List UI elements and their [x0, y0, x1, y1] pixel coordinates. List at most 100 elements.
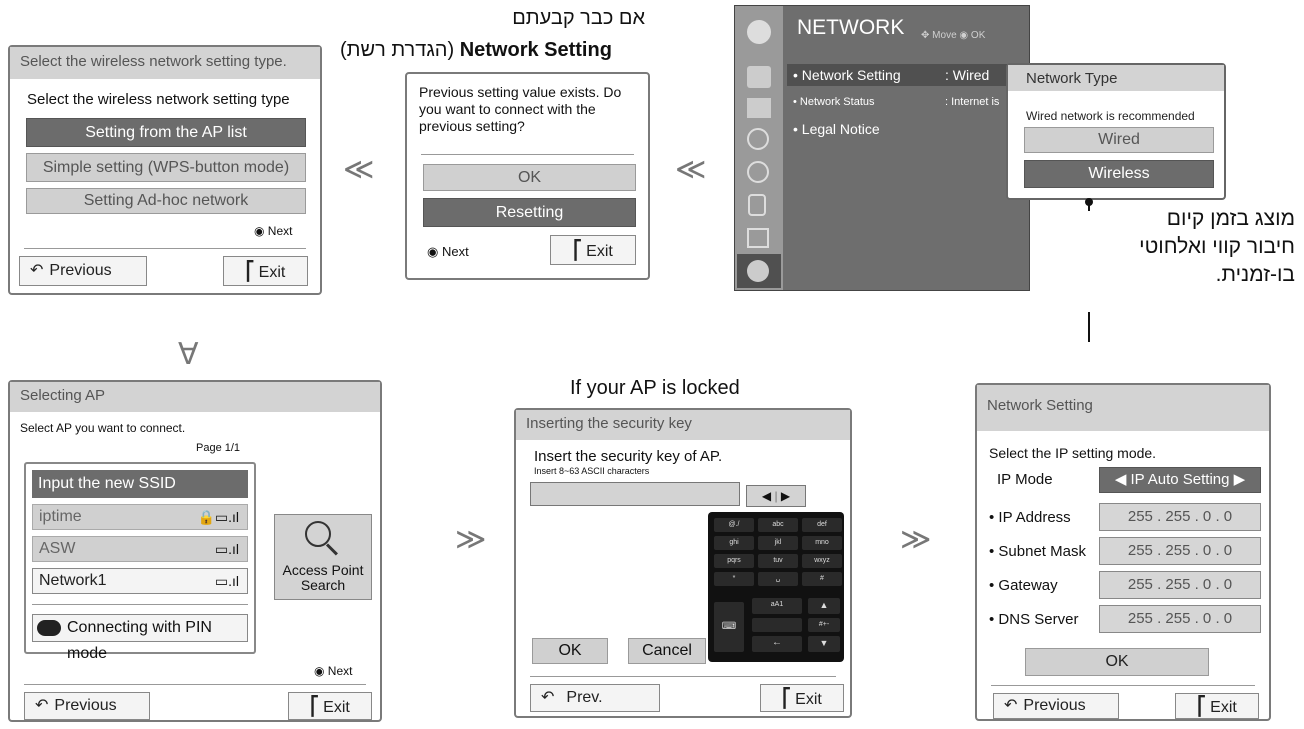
previous-button[interactable]: ↶ Previous — [19, 256, 147, 286]
exit-button[interactable]: ⎡ Exit — [760, 684, 844, 712]
previous-button[interactable]: ↶ Previous — [993, 693, 1119, 719]
exit-icon: ⎡ — [245, 261, 255, 281]
gateway-field[interactable]: 255 . 255 . 0 . 0 — [1099, 571, 1261, 599]
ok-icon: ◉ — [959, 30, 969, 41]
exit-label: Exit — [795, 691, 822, 708]
ip-mode-selector[interactable]: ◀ IP Auto Setting ▶ — [1099, 467, 1261, 493]
ap-item-asw[interactable]: ASW ▭.ıl — [32, 536, 248, 562]
pin-mode-button[interactable]: Connecting with PIN mode — [32, 614, 248, 662]
option-ap-list[interactable]: Setting from the AP list — [26, 118, 306, 147]
cursor-nav-buttons[interactable]: ◀ | ▶ — [746, 485, 806, 507]
key-case-toggle[interactable]: aA1 — [752, 598, 802, 614]
wireless-type-dialog: Select the wireless network setting type… — [8, 45, 322, 295]
lock-icon[interactable] — [748, 194, 766, 216]
ip-address-field[interactable]: 255 . 255 . 0 . 0 — [1099, 503, 1261, 531]
key-3[interactable]: def — [802, 518, 842, 532]
callout-line-bottom — [1088, 312, 1090, 342]
ap-list: Input the new SSID iptime 🔒▭.ıl ASW ▭.ıl… — [24, 462, 256, 662]
ip-mode-label: IP Mode — [997, 471, 1053, 488]
prev-message: Previous setting value exists. Do you wa… — [419, 84, 622, 134]
ssid-input-item[interactable]: Input the new SSID — [32, 470, 248, 498]
key-space[interactable]: ␣ — [758, 572, 798, 586]
ap-name: iptime — [39, 508, 82, 525]
ap-item-network1[interactable]: Network1 ▭.ıl — [32, 568, 248, 594]
ok-button[interactable]: OK — [423, 164, 636, 191]
exit-icon: ⎡ — [310, 696, 320, 716]
lock-wifi-icon: 🔒▭.ıl — [197, 509, 239, 525]
key-up-icon[interactable]: ▲ — [808, 598, 840, 614]
key-5[interactable]: jkl — [758, 536, 798, 550]
arrow-left-1: ≪ — [343, 153, 375, 186]
exit-button[interactable]: ⎡ Exit — [288, 692, 372, 720]
audio-icon[interactable] — [747, 128, 769, 150]
security-key-input[interactable] — [530, 482, 740, 506]
wifi-signal-icon: ▭.ıl — [214, 573, 239, 589]
ap-item-iptime[interactable]: iptime 🔒▭.ıl — [32, 504, 248, 530]
option-icon[interactable] — [747, 228, 769, 248]
cancel-button[interactable]: Cancel — [628, 638, 706, 664]
exit-label: Exit — [1210, 699, 1237, 716]
key-1[interactable]: @./ — [714, 518, 754, 532]
globe-icon — [747, 20, 771, 44]
exit-button[interactable]: ⎡ Exit — [1175, 693, 1259, 719]
network-tab-active[interactable] — [737, 254, 781, 288]
caption-side: מוצג בזמן קיום חיבור קווי ואלחוטי בו-זמנ… — [1100, 205, 1295, 289]
key-8[interactable]: tuv — [758, 554, 798, 568]
key-9[interactable]: wxyz — [802, 554, 842, 568]
ok-button[interactable]: OK — [532, 638, 608, 664]
key-4[interactable]: ghi — [714, 536, 754, 550]
backspace-icon[interactable]: ← — [752, 636, 802, 652]
separator — [991, 685, 1255, 686]
security-heading: Insert the security key of AP. — [534, 448, 723, 465]
picture-icon[interactable] — [747, 66, 771, 88]
gateway-label: • Gateway — [989, 577, 1058, 594]
key-7[interactable]: pqrs — [714, 554, 754, 568]
exit-button[interactable]: ⎡ Exit — [223, 256, 308, 286]
wired-button[interactable]: Wired — [1024, 127, 1214, 153]
menu-item-label: • Network Setting — [793, 67, 901, 83]
menu-item-legal-notice[interactable]: • Legal Notice — [793, 119, 1029, 141]
callout-line-top — [1088, 205, 1090, 211]
menu-item-network-status[interactable]: • Network Status : Internet is — [793, 94, 1029, 114]
dns-server-field[interactable]: 255 . 255 . 0 . 0 — [1099, 605, 1261, 633]
clock-icon[interactable] — [747, 161, 769, 183]
virtual-keypad: @./ abc def ghi jkl mno pqrs tuv wxyz * … — [708, 512, 844, 662]
caption-top-line1: אם כבר קבעתם — [512, 7, 645, 29]
menu-title: NETWORK — [797, 16, 905, 39]
ok-button[interactable]: OK — [1025, 648, 1209, 676]
exit-icon: ⎡ — [573, 240, 583, 260]
exit-label: Exit — [586, 243, 613, 260]
key-symbols[interactable]: #+- — [808, 618, 840, 632]
key-star[interactable]: * — [714, 572, 754, 586]
arrow-down: ∀ — [178, 338, 199, 371]
subnet-mask-field[interactable]: 255 . 255 . 0 . 0 — [1099, 537, 1261, 565]
exit-button[interactable]: ⎡ Exit — [550, 235, 636, 265]
ap-search-button[interactable]: Access Point Search — [274, 514, 372, 600]
ip-instruction: Select the IP setting mode. — [989, 445, 1157, 461]
key-6[interactable]: mno — [802, 536, 842, 550]
key-2[interactable]: abc — [758, 518, 798, 532]
option-wps[interactable]: Simple setting (WPS-button mode) — [26, 153, 306, 182]
arrow-right-2: ≫ — [900, 523, 932, 556]
prev-button[interactable]: ↶ Prev. — [530, 684, 660, 712]
keyboard-icon[interactable]: ⌨ — [714, 602, 744, 652]
menu-item-network-setting[interactable]: • Network Setting : Wired — [787, 64, 1029, 86]
previous-button[interactable]: ↶ Previous — [24, 692, 150, 720]
screen-icon[interactable] — [747, 98, 771, 118]
key-blank[interactable] — [752, 618, 802, 632]
selecting-ap-dialog: Selecting AP Select AP you want to conne… — [8, 380, 382, 722]
key-hash[interactable]: # — [802, 572, 842, 586]
option-adhoc[interactable]: Setting Ad-hoc network — [26, 188, 306, 214]
caption-side-line3: בו-זמנית. — [1215, 263, 1295, 286]
arrow-right-1: ≫ — [455, 523, 487, 556]
wireless-button[interactable]: Wireless — [1024, 160, 1214, 188]
security-title: Inserting the security key — [516, 410, 850, 440]
wifi-signal-icon: ▭.ıl — [214, 541, 239, 557]
network-menu: NETWORK ✥ Move ◉ OK • Network Setting : … — [734, 5, 1030, 291]
next-hint: ◉ Next — [314, 664, 353, 678]
popup-subtitle: Wired network is recommended — [1026, 109, 1195, 123]
exit-icon: ⎡ — [782, 688, 792, 708]
resetting-button[interactable]: Resetting — [423, 198, 636, 227]
key-down-icon[interactable]: ▼ — [808, 636, 840, 652]
back-icon: ↶ — [30, 262, 44, 279]
